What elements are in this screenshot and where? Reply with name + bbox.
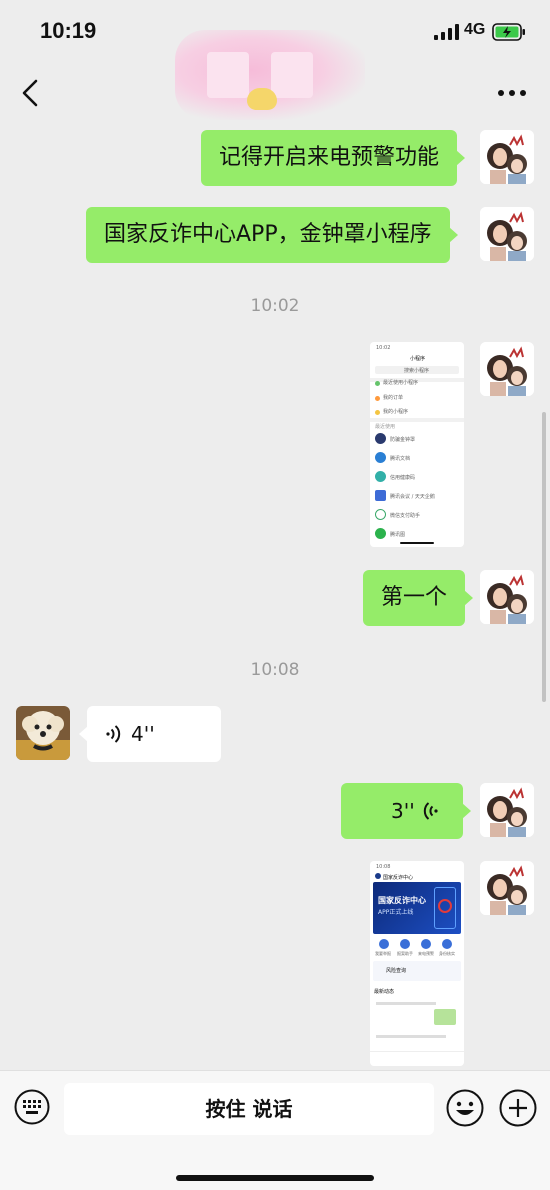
shot-time: 10:02 bbox=[376, 345, 391, 351]
shot-app: 腾讯图 bbox=[390, 532, 406, 538]
my-avatar[interactable] bbox=[480, 130, 534, 184]
message-bubble[interactable]: 第一个 bbox=[363, 570, 474, 626]
shot-tile: 我要举报 bbox=[375, 951, 391, 956]
plus-more-icon[interactable] bbox=[499, 1089, 537, 1127]
home-indicator bbox=[176, 1175, 374, 1181]
chat-input-bar: 按住 说话 bbox=[0, 1070, 550, 1190]
shot-app: 防骗金钟罩 bbox=[390, 437, 416, 443]
keyboard-toggle-icon[interactable] bbox=[14, 1089, 50, 1125]
voice-duration: 4'' bbox=[131, 722, 155, 746]
shot-title: 小程序 bbox=[410, 356, 426, 362]
shot-news: 最新动态 bbox=[374, 989, 395, 995]
shot-risk: 风险查询 bbox=[386, 968, 407, 974]
shot-section: 最近使用 bbox=[375, 424, 396, 430]
shot-banner-title: 国家反诈中心 bbox=[378, 896, 426, 905]
timestamp: 10:08 bbox=[250, 660, 300, 680]
my-avatar[interactable] bbox=[480, 207, 534, 261]
message-bubble[interactable]: 国家反诈中心APP，金钟罩小程序 bbox=[86, 207, 458, 263]
shot-search: 搜索小程序 bbox=[404, 368, 430, 374]
chat-header bbox=[0, 30, 550, 124]
contact-avatar-dog[interactable] bbox=[16, 706, 70, 760]
my-avatar[interactable] bbox=[480, 342, 534, 396]
shot-banner-sub: APP正式上线 bbox=[378, 909, 414, 916]
shot-title: 国家反诈中心 bbox=[383, 875, 414, 881]
voice-wave-icon bbox=[423, 802, 438, 820]
shot-app: 信用健康码 bbox=[390, 475, 416, 481]
shot-item: 最近使用小程序 bbox=[383, 380, 419, 386]
voice-wave-icon bbox=[106, 725, 121, 743]
image-message-miniprogram-screenshot[interactable]: 10:02 小程序 搜索小程序 最近使用小程序 我的订单 我的小程序 最近使用 … bbox=[370, 342, 464, 547]
shot-tile: 报案助手 bbox=[397, 951, 413, 956]
my-avatar[interactable] bbox=[480, 570, 534, 624]
network-label: 4G bbox=[464, 21, 486, 38]
back-chevron-icon[interactable] bbox=[16, 76, 46, 110]
voice-message-sent[interactable]: 3'' bbox=[341, 783, 471, 839]
shot-item: 我的小程序 bbox=[383, 409, 409, 415]
my-avatar[interactable] bbox=[480, 861, 534, 915]
shot-time: 10:08 bbox=[376, 864, 391, 870]
chat-message-list[interactable]: 记得开启来电预警功能 国家反诈中心APP，金钟罩小程序 10:02 10:02 … bbox=[0, 124, 550, 1070]
blurred-chat-title bbox=[175, 30, 365, 120]
voice-message-received[interactable]: 4'' bbox=[79, 706, 221, 762]
more-options-icon[interactable] bbox=[498, 90, 528, 98]
shot-tile: 来电预警 bbox=[418, 951, 434, 956]
shot-app: 微信支付助手 bbox=[390, 513, 421, 519]
shot-tile: 身份核实 bbox=[439, 951, 455, 956]
signal-icon bbox=[434, 24, 459, 40]
timestamp: 10:02 bbox=[250, 296, 300, 316]
status-time: 10:19 bbox=[40, 18, 97, 43]
image-message-antifraud-app-screenshot[interactable]: 10:08 国家反诈中心 国家反诈中心 APP正式上线 我要举报 报案助手 来电… bbox=[370, 861, 464, 1066]
emoji-icon[interactable] bbox=[446, 1089, 484, 1127]
battery-charging-icon bbox=[492, 23, 525, 41]
shot-app: 腾讯会议 / 天天企鹅 bbox=[390, 494, 435, 500]
message-bubble[interactable]: 记得开启来电预警功能 bbox=[201, 130, 466, 186]
my-avatar[interactable] bbox=[480, 783, 534, 837]
shot-item: 我的订单 bbox=[383, 395, 404, 401]
shot-app: 腾讯文档 bbox=[390, 456, 411, 462]
chat-scrollbar[interactable] bbox=[542, 412, 546, 702]
voice-duration: 3'' bbox=[391, 799, 415, 823]
hold-to-talk-button[interactable]: 按住 说话 bbox=[64, 1083, 434, 1135]
